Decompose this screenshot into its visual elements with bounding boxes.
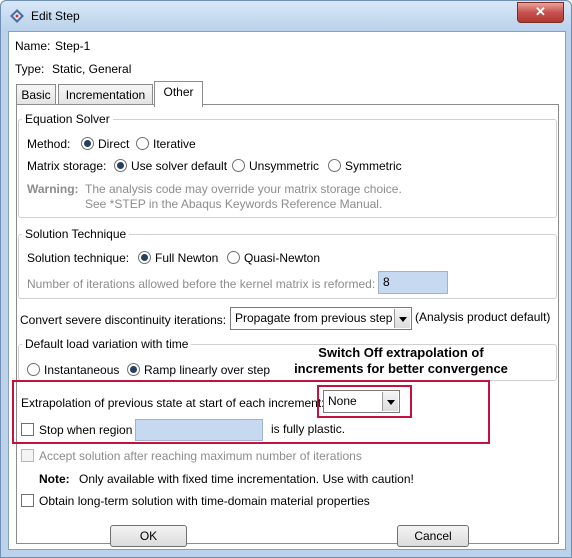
ramp-linearly-label: Ramp linearly over step bbox=[144, 363, 271, 377]
matrix-solver-default-label: Use solver default bbox=[131, 159, 228, 173]
window-title: Edit Step bbox=[31, 9, 80, 23]
method-direct-label: Direct bbox=[98, 137, 130, 151]
extrapolation-value: None bbox=[328, 394, 357, 408]
convergence-annotation: Switch Off extrapolation of increments f… bbox=[281, 345, 521, 377]
cancel-button[interactable]: Cancel bbox=[397, 525, 469, 547]
instantaneous-radio[interactable]: Instantaneous bbox=[27, 363, 119, 377]
stop-region-input[interactable] bbox=[135, 419, 263, 441]
discontinuity-default-note: (Analysis product default) bbox=[415, 310, 551, 324]
note-label: Note: bbox=[39, 472, 70, 486]
quasi-newton-label: Quasi-Newton bbox=[244, 251, 321, 265]
long-term-checkbox[interactable]: Obtain long-term solution with time-doma… bbox=[21, 494, 370, 508]
solution-technique-label: Solution technique: bbox=[27, 251, 130, 265]
tab-incrementation[interactable]: Incrementation bbox=[58, 84, 153, 105]
tab-other[interactable]: Other bbox=[154, 81, 203, 107]
method-iterative-radio[interactable]: Iterative bbox=[136, 137, 196, 151]
kernel-iterations-input[interactable]: 8 bbox=[378, 271, 448, 294]
stop-region-checkbox[interactable]: Stop when region bbox=[21, 423, 132, 437]
stop-region-label: Stop when region bbox=[39, 423, 133, 437]
checkbox-icon bbox=[21, 449, 34, 462]
chevron-down-icon[interactable] bbox=[382, 392, 398, 411]
radio-selected-icon bbox=[114, 159, 127, 172]
tab-basic[interactable]: Basic bbox=[16, 84, 56, 105]
method-label: Method: bbox=[27, 137, 71, 151]
radio-selected-icon bbox=[81, 137, 94, 150]
load-variation-legend: Default load variation with time bbox=[25, 337, 189, 351]
discontinuity-label: Convert severe discontinuity iterations: bbox=[20, 313, 227, 327]
matrix-storage-label: Matrix storage: bbox=[27, 159, 107, 173]
matrix-solver-default-radio[interactable]: Use solver default bbox=[114, 159, 227, 173]
note-text: Only available with fixed time increment… bbox=[79, 472, 414, 486]
discontinuity-select[interactable]: Propagate from previous step bbox=[230, 307, 412, 330]
solution-technique-legend: Solution Technique bbox=[25, 227, 127, 241]
radio-icon bbox=[136, 137, 149, 150]
edit-step-window: Edit Step ✕ Name: Step-1 Type: Static, G… bbox=[0, 0, 572, 558]
abaqus-app-icon bbox=[10, 9, 24, 23]
matrix-unsymmetric-label: Unsymmetric bbox=[249, 159, 320, 173]
ok-button[interactable]: OK bbox=[110, 525, 187, 547]
instantaneous-label: Instantaneous bbox=[44, 363, 120, 377]
method-iterative-label: Iterative bbox=[153, 137, 196, 151]
matrix-unsymmetric-radio[interactable]: Unsymmetric bbox=[232, 159, 319, 173]
accept-solution-label: Accept solution after reaching maximum n… bbox=[39, 449, 362, 463]
ramp-linearly-radio[interactable]: Ramp linearly over step bbox=[127, 363, 270, 377]
extrapolation-select[interactable]: None bbox=[323, 390, 400, 413]
full-newton-radio[interactable]: Full Newton bbox=[138, 251, 218, 265]
equation-solver-legend: Equation Solver bbox=[25, 112, 110, 126]
kernel-iterations-value: 8 bbox=[383, 275, 390, 289]
radio-icon bbox=[27, 363, 40, 376]
annotation-line-1: Switch Off extrapolation of bbox=[318, 345, 484, 360]
warning-line-2: See *STEP in the Abaqus Keywords Referen… bbox=[85, 197, 383, 211]
radio-icon bbox=[227, 251, 240, 264]
type-label: Type: bbox=[15, 62, 45, 76]
long-term-label: Obtain long-term solution with time-doma… bbox=[39, 494, 370, 508]
matrix-symmetric-label: Symmetric bbox=[345, 159, 402, 173]
close-icon: ✕ bbox=[535, 4, 546, 19]
step-name-value: Step-1 bbox=[55, 39, 91, 53]
checkbox-icon bbox=[21, 423, 34, 436]
discontinuity-value: Propagate from previous step bbox=[235, 311, 393, 325]
name-label: Name: bbox=[15, 39, 51, 53]
annotation-line-2: increments for better convergence bbox=[294, 361, 508, 376]
fully-plastic-label: is fully plastic. bbox=[271, 422, 346, 436]
full-newton-label: Full Newton bbox=[155, 251, 219, 265]
warning-line-1: The analysis code may override your matr… bbox=[85, 182, 402, 196]
warning-label: Warning: bbox=[27, 182, 79, 196]
radio-selected-icon bbox=[138, 251, 151, 264]
radio-icon bbox=[232, 159, 245, 172]
extrapolation-label: Extrapolation of previous state at start… bbox=[21, 396, 325, 410]
quasi-newton-radio[interactable]: Quasi-Newton bbox=[227, 251, 320, 265]
checkbox-icon bbox=[21, 494, 34, 507]
kernel-iterations-label: Number of iterations allowed before the … bbox=[27, 277, 376, 291]
method-direct-radio[interactable]: Direct bbox=[81, 137, 129, 151]
matrix-symmetric-radio[interactable]: Symmetric bbox=[328, 159, 402, 173]
accept-solution-checkbox[interactable]: Accept solution after reaching maximum n… bbox=[21, 449, 362, 463]
radio-icon bbox=[328, 159, 341, 172]
radio-selected-icon bbox=[127, 363, 140, 376]
close-button[interactable]: ✕ bbox=[517, 2, 564, 23]
chevron-down-icon[interactable] bbox=[394, 309, 410, 328]
step-type-value: Static, General bbox=[52, 62, 132, 76]
title-bar[interactable]: Edit Step ✕ bbox=[1, 1, 571, 31]
